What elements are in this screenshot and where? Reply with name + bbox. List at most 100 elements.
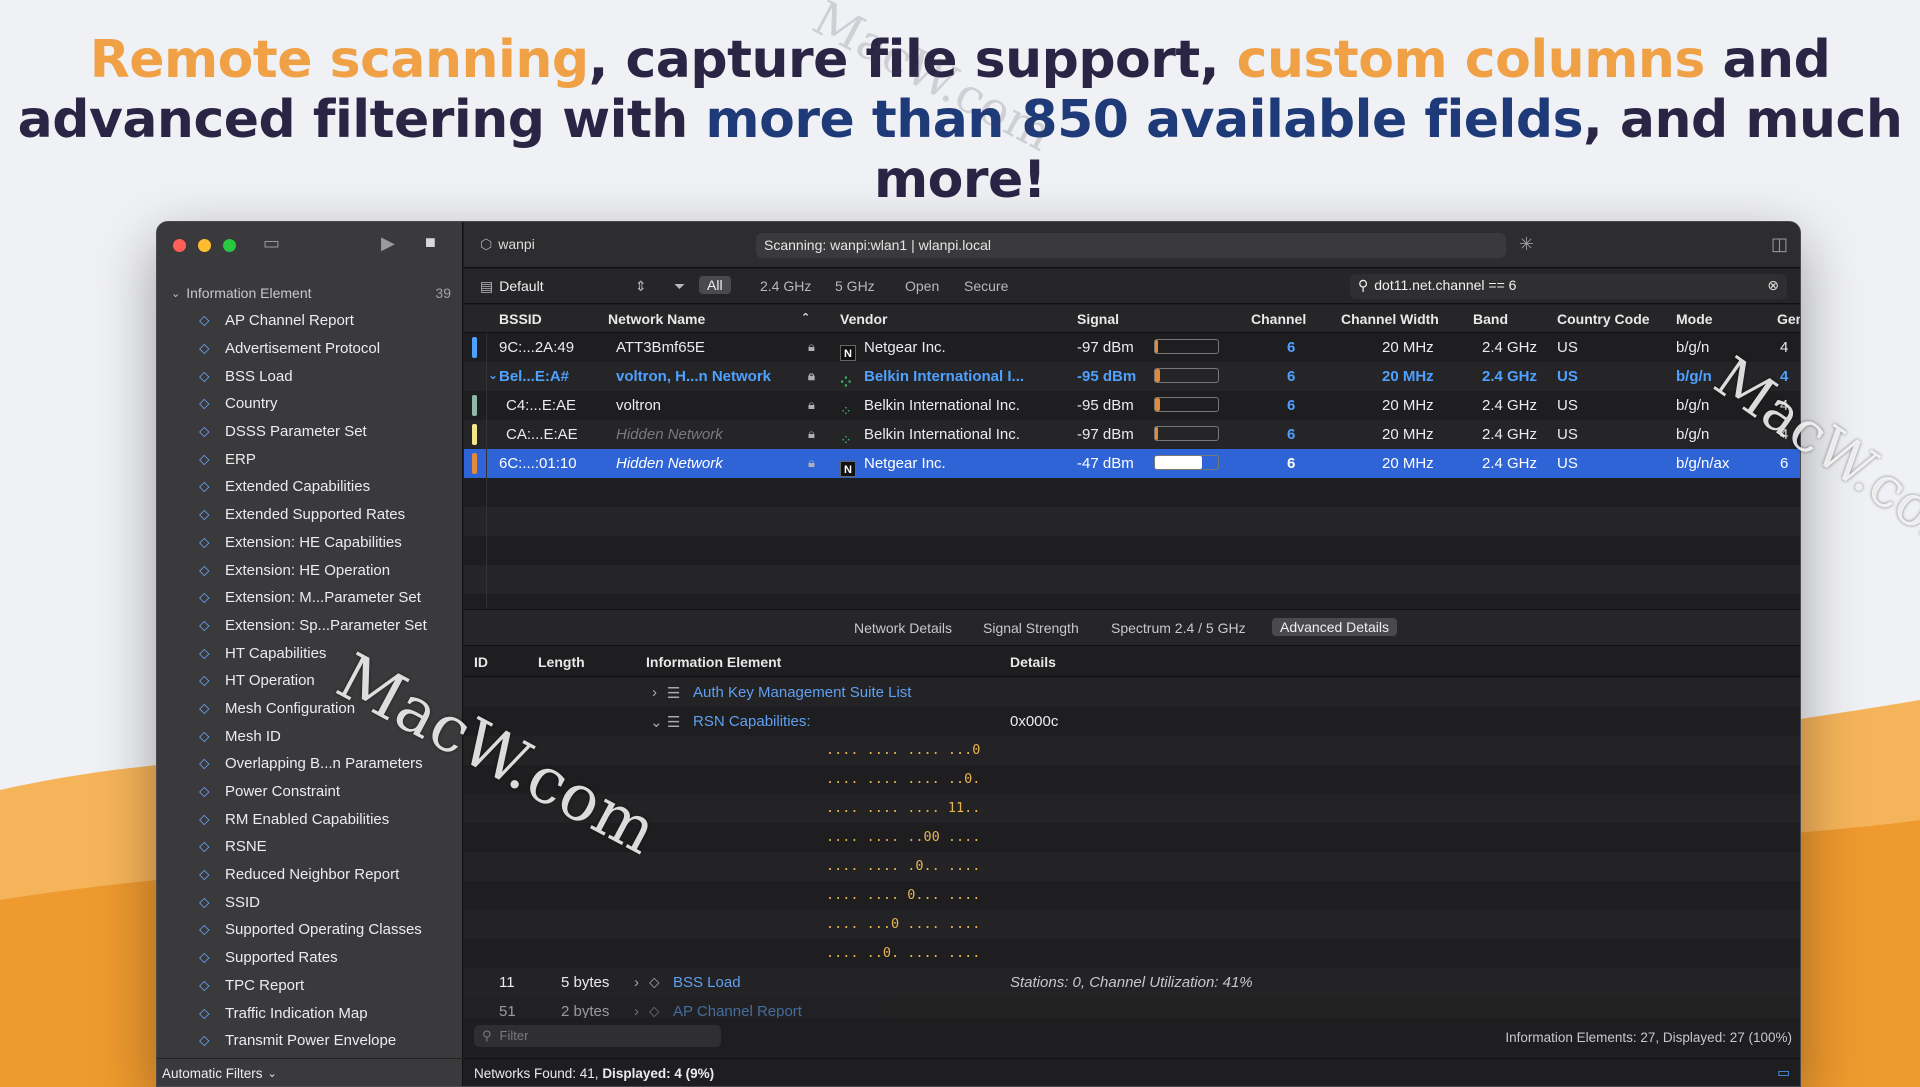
bit-mask: .... .... .... ..0. xyxy=(826,771,981,787)
col-signal[interactable]: Signal xyxy=(1077,311,1119,327)
detail-filter-input[interactable]: ⚲ Filter xyxy=(474,1025,721,1047)
inspector-toggle-icon[interactable]: ◫ xyxy=(1771,234,1788,255)
detail-row-bss-load[interactable]: 11 5 bytes › ⬦ BSS Load Stations: 0, Cha… xyxy=(464,968,1800,997)
rsn-bit-row[interactable]: .... .... 0... ....Management Frame Prot… xyxy=(464,881,1800,910)
sidebar-item[interactable]: ⬦ Mesh Configuration xyxy=(157,695,463,723)
network-row[interactable]: ⌄ Bel...E:A# voltron, H...n Network 🔒︎ ⁘ Belk… xyxy=(464,362,1800,391)
sidebar-item[interactable]: ⬦ Reduced Neighbor Report xyxy=(157,861,463,889)
sidebar-item[interactable]: ⬦ Power Constraint xyxy=(157,778,463,806)
sidebar-item[interactable]: ⬦ Extension: M...Parameter Set xyxy=(157,584,463,612)
sidebar-item[interactable]: ⬦ Extended Supported Rates xyxy=(157,501,463,529)
chevron-right-icon[interactable]: › xyxy=(634,1003,639,1018)
clear-search-icon[interactable]: ⊗ xyxy=(1767,277,1779,294)
rsn-bit-row[interactable]: .... .... .... ...0RSN Pre-Authenticatio… xyxy=(464,736,1800,765)
chevron-down-icon: ⌄ xyxy=(267,1068,277,1080)
rsn-bit-row[interactable]: .... ..0. .... ....PeerKey Enabled: No xyxy=(464,939,1800,968)
sidebar-item[interactable]: ⬦ Advertisement Protocol xyxy=(157,335,463,363)
sidebar-item-label: BSS Load xyxy=(225,367,293,385)
sidebar-item[interactable]: ⬦ HT Operation xyxy=(157,667,463,695)
detail-row-rsn-capabilities[interactable]: ⌄ ☰ RSN Capabilities: 0x000c xyxy=(464,707,1800,736)
main-toolbar: ⬡ wanpi Scanning: wanpi:wlan1 | wlanpi.lo… xyxy=(464,222,1800,268)
chip-5ghz[interactable]: 5 GHz xyxy=(835,278,875,294)
sidebar-item[interactable]: ⬦ Transmit Power Envelope xyxy=(157,1027,463,1055)
outline-divider xyxy=(486,333,487,609)
close-window-button[interactable] xyxy=(173,239,186,252)
zoom-window-button[interactable] xyxy=(223,239,236,252)
col-channel[interactable]: Channel xyxy=(1251,311,1306,327)
sidebar-toggle-icon[interactable]: ▭ xyxy=(263,233,280,254)
detail-row-ap-channel-report[interactable]: 51 2 bytes › ⬦ AP Channel Report xyxy=(464,997,1800,1018)
network-row[interactable]: C4:...E:AE voltron 🔒︎ ⁘ Belkin International… xyxy=(464,391,1800,420)
chevron-down-icon[interactable]: ⌄ xyxy=(650,713,663,731)
chevron-right-icon[interactable]: › xyxy=(634,974,639,991)
stop-icon[interactable]: ■ xyxy=(425,232,436,253)
sidebar-item[interactable]: ⬦ RM Enabled Capabilities xyxy=(157,805,463,833)
col-information-element[interactable]: Information Element xyxy=(646,654,781,670)
col-gen[interactable]: Gen xyxy=(1777,311,1800,327)
col-id[interactable]: ID xyxy=(474,654,488,670)
automatic-filters-menu[interactable]: Automatic Filters ⌄ xyxy=(157,1058,463,1086)
col-bssid[interactable]: BSSID xyxy=(499,311,542,327)
detail-row-auth-key[interactable]: › ☰ Auth Key Management Suite List xyxy=(464,678,1800,707)
sidebar-item[interactable]: ⬦ BSS Load xyxy=(157,362,463,390)
rsn-bit-row[interactable]: .... .... .0.. ....Management Frame Prot… xyxy=(464,852,1800,881)
sidebar-item[interactable]: ⬦ SSID xyxy=(157,888,463,916)
sidebar-item[interactable]: ⬦ AP Channel Report xyxy=(157,307,463,335)
app-window: ▭ ▶ ■ ⌄ Information Element 39 ⬦ AP Chann… xyxy=(156,221,1801,1087)
col-length[interactable]: Length xyxy=(538,654,585,670)
rsn-bit-row[interactable]: .... .... .... 11..RSN PTKSA Replay Coun… xyxy=(464,794,1800,823)
chip-secure[interactable]: Secure xyxy=(964,278,1008,294)
col-details[interactable]: Details xyxy=(1010,654,1056,670)
chip-open[interactable]: Open xyxy=(905,278,939,294)
sidebar-item[interactable]: ⬦ Extension: Sp...Parameter Set xyxy=(157,612,463,640)
col-mode[interactable]: Mode xyxy=(1676,311,1713,327)
chip-2-4ghz[interactable]: 2.4 GHz xyxy=(760,278,811,294)
col-band[interactable]: Band xyxy=(1473,311,1508,327)
sidebar-item[interactable]: ⬦ Extended Capabilities xyxy=(157,473,463,501)
sidebar-item[interactable]: ⬦ DSSS Parameter Set xyxy=(157,418,463,446)
network-row[interactable]: 9C:...2A:49 ATT3Bmf65E 🔒︎ N Netgear Inc. -97 … xyxy=(464,333,1800,362)
tag-icon: ⬦ xyxy=(199,423,210,441)
col-network-name[interactable]: Network Name xyxy=(608,311,705,327)
col-vendor[interactable]: Vendor xyxy=(840,311,887,327)
sidebar-item[interactable]: ⬦ RSNE xyxy=(157,833,463,861)
col-country-code[interactable]: Country Code xyxy=(1557,311,1650,327)
sidebar-item[interactable]: ⬦ TPC Report xyxy=(157,972,463,1000)
chevron-right-icon[interactable]: › xyxy=(652,684,657,701)
play-icon[interactable]: ▶ xyxy=(381,233,395,254)
network-row[interactable]: CA:...E:AE Hidden Network 🔒︎ ⁘ Belkin Intern… xyxy=(464,420,1800,449)
tag-icon: ⬦ xyxy=(199,589,210,607)
sidebar-item[interactable]: ⬦ HT Capabilities xyxy=(157,639,463,667)
sidebar-item[interactable]: ⬦ Overlapping B...n Parameters xyxy=(157,750,463,778)
preset-select[interactable]: ▤ Default ⇕ xyxy=(480,278,647,295)
network-row[interactable]: 6C:...:01:10 Hidden Network 🔒︎ N Netgear Inc… xyxy=(464,449,1800,478)
sidebar-item[interactable]: ⬦ Extension: HE Operation xyxy=(157,556,463,584)
sidebar-section-header[interactable]: ⌄ Information Element 39 xyxy=(171,283,451,303)
tab-spectrum[interactable]: Spectrum 2.4 / 5 GHz xyxy=(1111,620,1246,636)
panel-icon[interactable]: ▭ xyxy=(1777,1065,1790,1081)
search-icon: ⚲ xyxy=(1358,277,1369,293)
search-field[interactable]: ⚲ dot11.net.channel == 6 ⊗ xyxy=(1350,274,1787,299)
tab-advanced-details[interactable]: Advanced Details xyxy=(1272,618,1397,636)
mode-cell: b/g/n xyxy=(1676,397,1710,414)
tab-signal-strength[interactable]: Signal Strength xyxy=(983,620,1079,636)
minimize-window-button[interactable] xyxy=(198,239,211,252)
sidebar-item[interactable]: ⬦ ERP xyxy=(157,445,463,473)
rsn-bit-row[interactable]: .... ...0 .... ....Joint Multi-band RSNA… xyxy=(464,910,1800,939)
sidebar-item[interactable]: ⬦ Supported Operating Classes xyxy=(157,916,463,944)
sidebar-item[interactable]: ⬦ Extension: HE Capabilities xyxy=(157,529,463,557)
funnel-icon[interactable]: ⏷ xyxy=(674,278,685,295)
rsn-bit-row[interactable]: .... .... ..00 ....RSN GTKSA Replay Coun… xyxy=(464,823,1800,852)
col-channel-width[interactable]: Channel Width xyxy=(1341,311,1439,327)
table-icon: ▤ xyxy=(480,278,494,294)
chip-all[interactable]: All xyxy=(699,276,731,294)
headline-line-1: Remote scanning, capture file support, c… xyxy=(89,30,1831,90)
device-title[interactable]: ⬡ wanpi xyxy=(480,236,535,253)
chevron-down-icon[interactable]: ⌄ xyxy=(488,368,498,382)
tab-network-details[interactable]: Network Details xyxy=(854,620,952,636)
rsn-bit-row[interactable]: .... .... .... ..0.RSN No Pairwise Capab… xyxy=(464,765,1800,794)
sidebar-item[interactable]: ⬦ Country xyxy=(157,390,463,418)
sidebar-item[interactable]: ⬦ Supported Rates xyxy=(157,944,463,972)
sidebar-item[interactable]: ⬦ Traffic Indication Map xyxy=(157,999,463,1027)
sidebar-item[interactable]: ⬦ Mesh ID xyxy=(157,722,463,750)
